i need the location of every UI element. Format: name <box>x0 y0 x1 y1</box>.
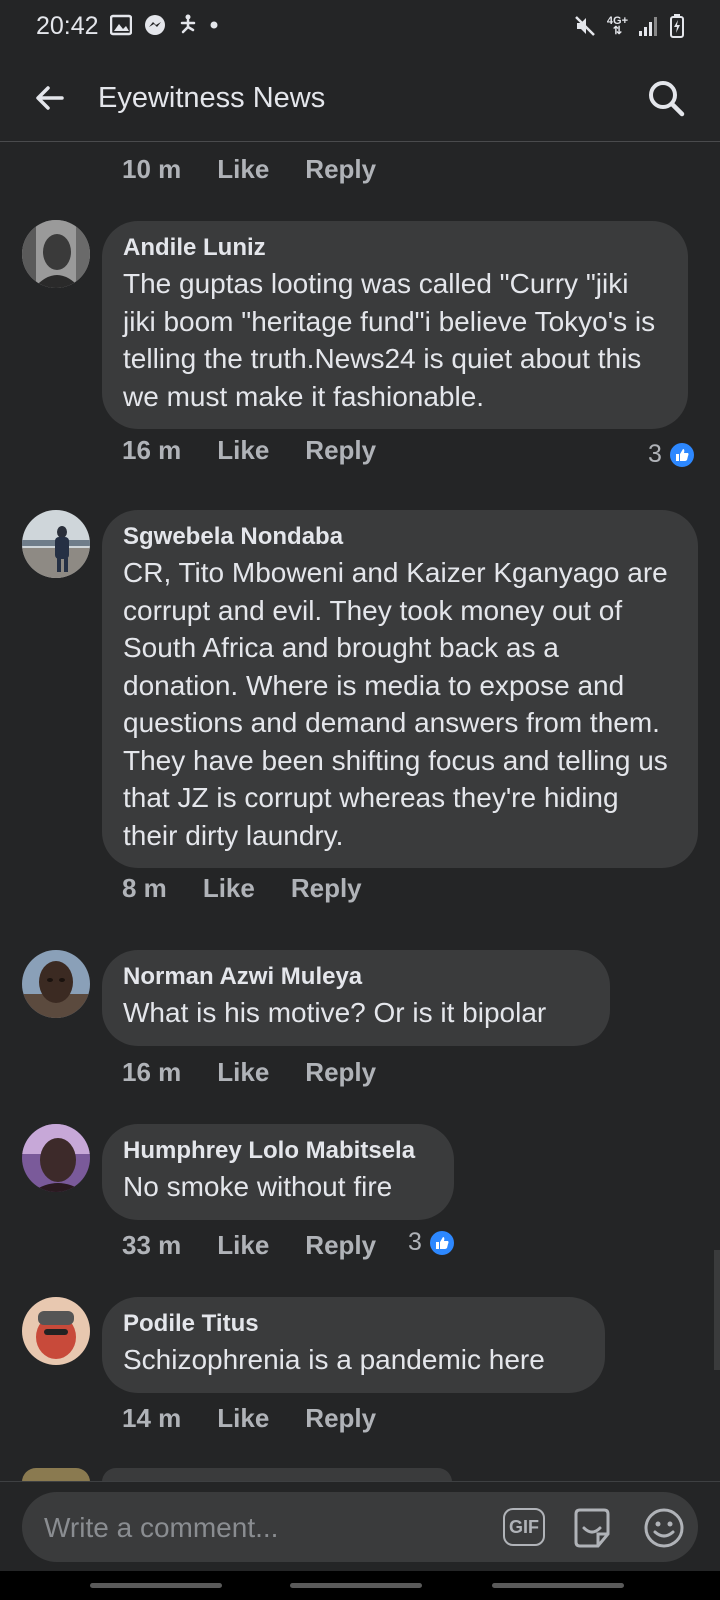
comment-text: No smoke without fire <box>123 1171 393 1202</box>
commenter-name[interactable]: Humphrey Lolo Mabitsela <box>123 1136 434 1166</box>
emoji-icon[interactable] <box>642 1506 686 1550</box>
commenter-name[interactable]: Sgwebela Nondaba <box>123 522 678 552</box>
comment-time: 33 m <box>122 1230 182 1260</box>
reply-button[interactable]: Reply <box>305 1403 376 1434</box>
scrollbar[interactable] <box>714 1250 720 1370</box>
dot-icon <box>210 21 218 29</box>
reaction-count[interactable]: 3 <box>408 1228 456 1257</box>
back-arrow-icon[interactable] <box>32 80 68 116</box>
comment-bubble[interactable]: Humphrey Lolo Mabitsela No smoke without… <box>102 1124 454 1220</box>
comment-time: 16 m <box>122 435 182 465</box>
like-button[interactable]: Like <box>203 873 255 904</box>
like-button[interactable]: Like <box>217 435 269 466</box>
nav-handle-center[interactable] <box>290 1583 422 1588</box>
search-icon[interactable] <box>646 78 686 118</box>
reaction-count-text: 3 <box>648 440 662 468</box>
like-button[interactable]: Like <box>217 154 269 185</box>
comment-actions: 16 m Like Reply <box>122 435 412 466</box>
reaction-count-text: 3 <box>408 1228 422 1256</box>
comment-bubble[interactable]: Norman Azwi Muleya What is his motive? O… <box>102 950 610 1046</box>
network-type: 4G+ ⇅ <box>606 15 628 37</box>
reply-button[interactable]: Reply <box>305 1057 376 1088</box>
comment-actions: 33 m Like Reply <box>122 1230 412 1261</box>
comment-input-placeholder: Write a comment... <box>44 1512 279 1543</box>
nav-handle-left[interactable] <box>90 1583 222 1588</box>
system-nav-bar <box>0 1571 720 1600</box>
gif-button[interactable]: GIF <box>503 1508 545 1546</box>
comment-time: 8 m <box>122 873 167 903</box>
reply-button[interactable]: Reply <box>305 435 376 466</box>
like-button[interactable]: Like <box>217 1057 269 1088</box>
signal-icon <box>639 17 657 36</box>
avatar[interactable] <box>22 220 90 288</box>
reply-button[interactable]: Reply <box>305 154 376 185</box>
comment-time: 16 m <box>122 1057 182 1087</box>
comment-text: Schizophrenia is a pandemic here <box>123 1344 545 1375</box>
nav-handle-right[interactable] <box>492 1583 624 1588</box>
messenger-icon <box>145 15 165 35</box>
commenter-name[interactable]: Podile Titus <box>123 1309 585 1339</box>
thumbs-up-icon <box>667 440 696 469</box>
like-button[interactable]: Like <box>217 1230 269 1261</box>
comment-composer: Write a comment... GIF <box>0 1481 720 1571</box>
comment-time: 14 m <box>122 1403 182 1433</box>
reply-button[interactable]: Reply <box>305 1230 376 1261</box>
comment-actions: 8 m Like Reply <box>122 873 398 904</box>
page-title: Eyewitness News <box>98 82 326 114</box>
thumbs-up-icon <box>427 1228 456 1257</box>
comment-actions: 10 m Like Reply <box>122 154 412 185</box>
battery-icon <box>670 14 684 38</box>
gallery-icon <box>110 14 132 36</box>
avatar[interactable] <box>22 1297 90 1365</box>
commenter-name[interactable]: Norman Azwi Muleya <box>123 962 590 992</box>
reply-button[interactable]: Reply <box>291 873 362 904</box>
comment-input[interactable]: Write a comment... GIF <box>22 1492 698 1562</box>
comment-actions: 16 m Like Reply <box>122 1057 412 1088</box>
avatar <box>22 1468 90 1482</box>
comment-time: 10 m <box>122 154 182 184</box>
comment-text: The guptas looting was called "Curry "ji… <box>123 268 656 412</box>
comment-text: CR, Tito Mboweni and Kaizer Kganyago are… <box>123 557 668 851</box>
status-bar: 20:42 4G+ ⇅ <box>0 0 720 56</box>
comment-bubble <box>102 1468 452 1482</box>
comment-bubble[interactable]: Sgwebela Nondaba CR, Tito Mboweni and Ka… <box>102 510 698 868</box>
avatar[interactable] <box>22 950 90 1018</box>
reaction-count[interactable]: 3 <box>648 440 696 469</box>
sticker-icon[interactable] <box>570 1506 614 1550</box>
comment-bubble[interactable]: Andile Luniz The guptas looting was call… <box>102 221 688 429</box>
comment-bubble[interactable]: Podile Titus Schizophrenia is a pandemic… <box>102 1297 605 1393</box>
avatar[interactable] <box>22 510 90 578</box>
like-button[interactable]: Like <box>217 1403 269 1434</box>
commenter-name[interactable]: Andile Luniz <box>123 233 668 263</box>
mute-icon <box>575 16 595 36</box>
status-time: 20:42 <box>36 12 99 40</box>
comment-text: What is his motive? Or is it bipolar <box>123 997 547 1028</box>
comment-actions: 14 m Like Reply <box>122 1403 412 1434</box>
accessibility-icon <box>180 14 196 34</box>
avatar[interactable] <box>22 1124 90 1192</box>
app-bar: Eyewitness News <box>0 56 720 142</box>
